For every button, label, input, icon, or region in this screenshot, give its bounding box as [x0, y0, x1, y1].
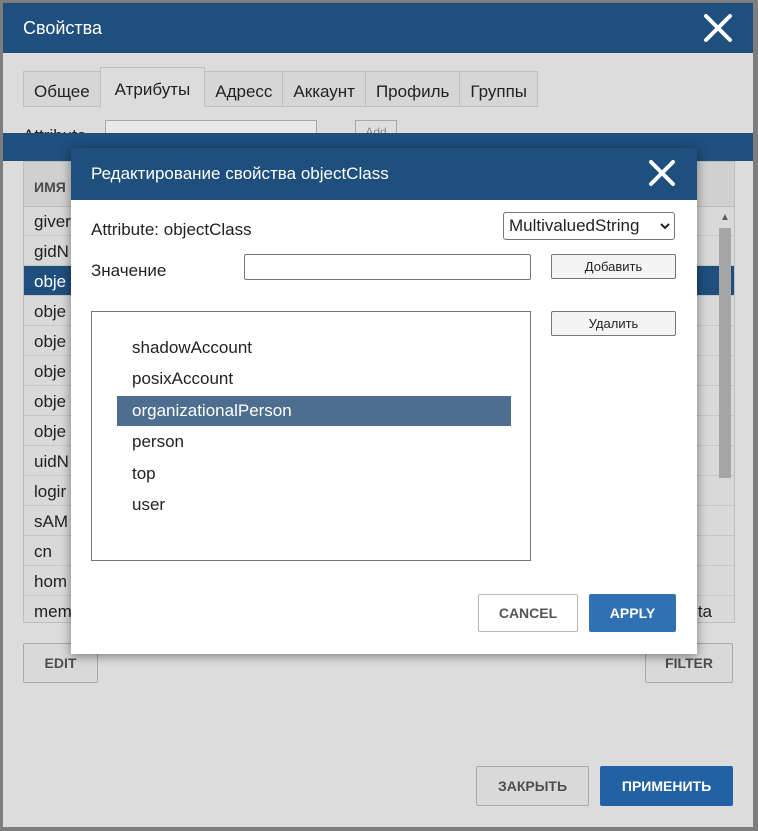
list-item[interactable]: shadowAccount	[117, 333, 511, 363]
scroll-up-icon[interactable]: ▲	[720, 212, 730, 223]
tab-profile[interactable]: Профиль	[364, 71, 461, 107]
add-value-button[interactable]: Добавить	[551, 254, 676, 279]
tab-general[interactable]: Общее	[23, 71, 101, 107]
dialog-title: Свойства	[23, 18, 103, 38]
dialog-header: Свойства	[3, 3, 753, 53]
close-button[interactable]: ЗАКРЫТЬ	[476, 766, 589, 806]
apply-changes-button[interactable]: ПРИМЕНИТЬ	[600, 766, 733, 806]
attribute-name-text: Attribute: objectClass	[91, 220, 252, 239]
list-item[interactable]: user	[117, 490, 511, 520]
modal-header: Редактирование свойства objectClass	[71, 148, 697, 200]
list-item[interactable]: person	[117, 427, 511, 457]
close-icon[interactable]	[647, 158, 677, 188]
list-item[interactable]: posixAccount	[117, 364, 511, 394]
apply-button[interactable]: APPLY	[589, 594, 676, 632]
tab-address[interactable]: Адресс	[204, 71, 284, 107]
type-select-value: MultivaluedString	[509, 216, 640, 235]
tab-bar: Общее Атрибуты Адресс Аккаунт Профиль Гр…	[23, 67, 538, 107]
tab-attributes[interactable]: Атрибуты	[99, 67, 206, 105]
chevron-down-icon	[660, 223, 670, 230]
column-header-name[interactable]: ИМЯ	[34, 179, 66, 195]
modal-title: Редактирование свойства objectClass	[91, 164, 389, 183]
type-select[interactable]: MultivaluedString	[503, 212, 675, 240]
grid-scrollbar[interactable]: ▲ ▼	[716, 212, 732, 612]
scrollbar-thumb[interactable]	[719, 228, 731, 478]
delete-value-button[interactable]: Удалить	[551, 311, 676, 336]
list-item-selected[interactable]: organizationalPerson	[117, 396, 511, 426]
tab-account[interactable]: Аккаунт	[282, 71, 366, 107]
close-icon[interactable]	[701, 11, 735, 45]
values-listbox[interactable]: shadowAccount posixAccount organizationa…	[91, 311, 531, 561]
edit-property-modal: Редактирование свойства objectClass Attr…	[71, 148, 697, 654]
value-input[interactable]	[244, 254, 531, 280]
row-value-text: ta	[697, 602, 712, 621]
list-item[interactable]: top	[117, 459, 511, 489]
value-label: Значение	[91, 261, 167, 280]
cancel-button[interactable]: CANCEL	[478, 594, 578, 632]
tab-groups[interactable]: Группы	[459, 71, 538, 107]
